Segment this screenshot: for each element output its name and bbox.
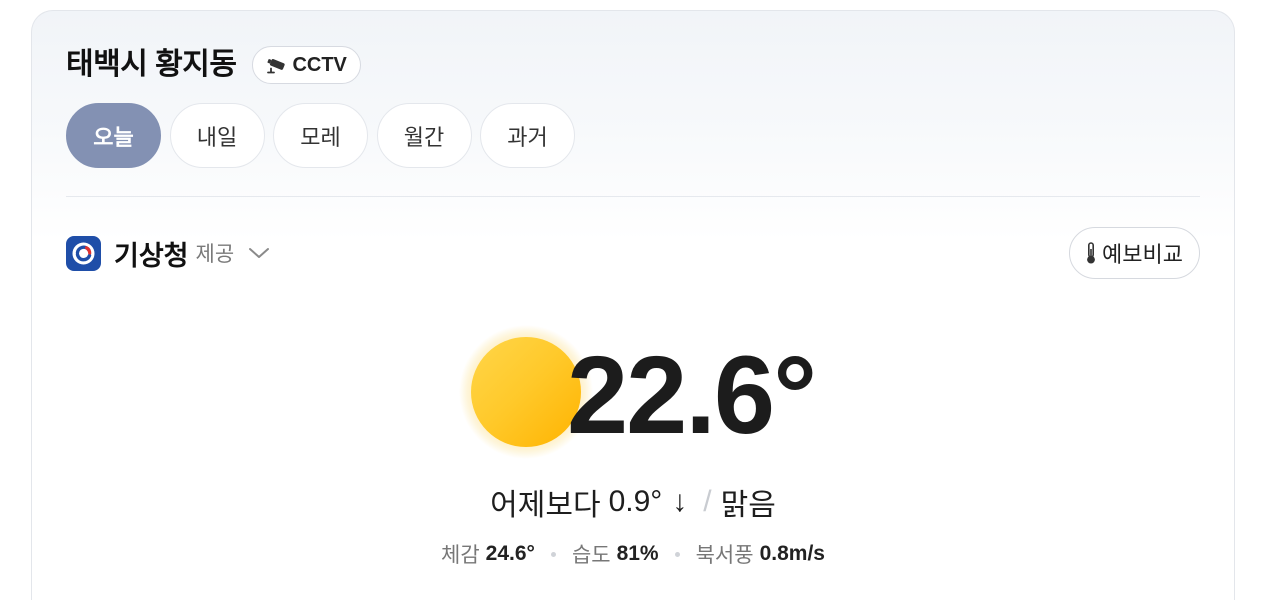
tab-day-after-tomorrow[interactable]: 모레	[273, 103, 368, 168]
yesterday-comparison: 어제보다 0.9° ↓ / 맑음	[32, 480, 1234, 524]
sun-disc	[471, 337, 581, 447]
yesterday-diff: 0.9°	[608, 485, 663, 518]
location-header: 태백시 황지동 CCTV	[66, 46, 361, 84]
detail-label: 체감	[441, 544, 480, 567]
forecast-compare-label: 예보비교	[1102, 242, 1183, 267]
tab-label: 모레	[300, 124, 341, 150]
tab-past[interactable]: 과거	[480, 103, 575, 168]
chevron-down-icon	[248, 246, 270, 260]
yesterday-label: 어제보다	[490, 489, 601, 522]
separator-dot	[550, 551, 556, 557]
weather-details: 체감 24.6° 습도 81% 북서풍 0.8m/s	[32, 539, 1234, 569]
trend-down-arrow: ↓	[672, 485, 688, 518]
tab-today[interactable]: 오늘	[66, 103, 161, 168]
weather-card: 태백시 황지동 CCTV 오늘 내일 모레 월간 과거 기상청 제공 예보비교 …	[31, 10, 1235, 600]
current-temperature: 22.6°	[567, 334, 817, 457]
cctv-camera-icon	[265, 57, 287, 74]
divider	[66, 196, 1200, 197]
provider-name: 기상청	[114, 240, 189, 271]
provider-dropdown[interactable]: 기상청 제공	[66, 227, 270, 279]
forecast-compare-button[interactable]: 예보비교	[1069, 227, 1200, 279]
provider-row: 기상청 제공 예보비교	[66, 227, 1200, 279]
weather-condition: 맑음	[720, 489, 776, 522]
forecast-tabs: 오늘 내일 모레 월간 과거	[66, 103, 575, 168]
detail-label: 습도	[571, 544, 611, 567]
detail-feels-like: 체감 24.6°	[441, 539, 535, 569]
detail-label: 북서풍	[695, 544, 754, 567]
thermometer-icon	[1085, 241, 1097, 265]
detail-humidity: 습도 81%	[572, 539, 659, 569]
separator-slash: /	[703, 485, 712, 518]
separator-dot	[674, 551, 680, 557]
tab-monthly[interactable]: 월간	[376, 103, 472, 168]
detail-value: 24.6°	[485, 542, 535, 565]
detail-wind: 북서풍 0.8m/s	[696, 539, 825, 569]
provider-suffix: 제공	[195, 243, 235, 266]
tab-tomorrow[interactable]: 내일	[169, 103, 265, 168]
tab-label: 내일	[196, 124, 238, 150]
detail-value: 81%	[616, 542, 659, 565]
detail-value: 0.8m/s	[759, 542, 825, 565]
tab-label: 월간	[403, 124, 445, 150]
tab-label: 과거	[507, 124, 548, 150]
cctv-label: CCTV	[292, 53, 347, 76]
tab-label: 오늘	[93, 124, 134, 150]
kma-logo-icon	[66, 235, 101, 271]
location-title: 태백시 황지동	[66, 48, 237, 81]
cctv-button[interactable]: CCTV	[252, 46, 361, 84]
